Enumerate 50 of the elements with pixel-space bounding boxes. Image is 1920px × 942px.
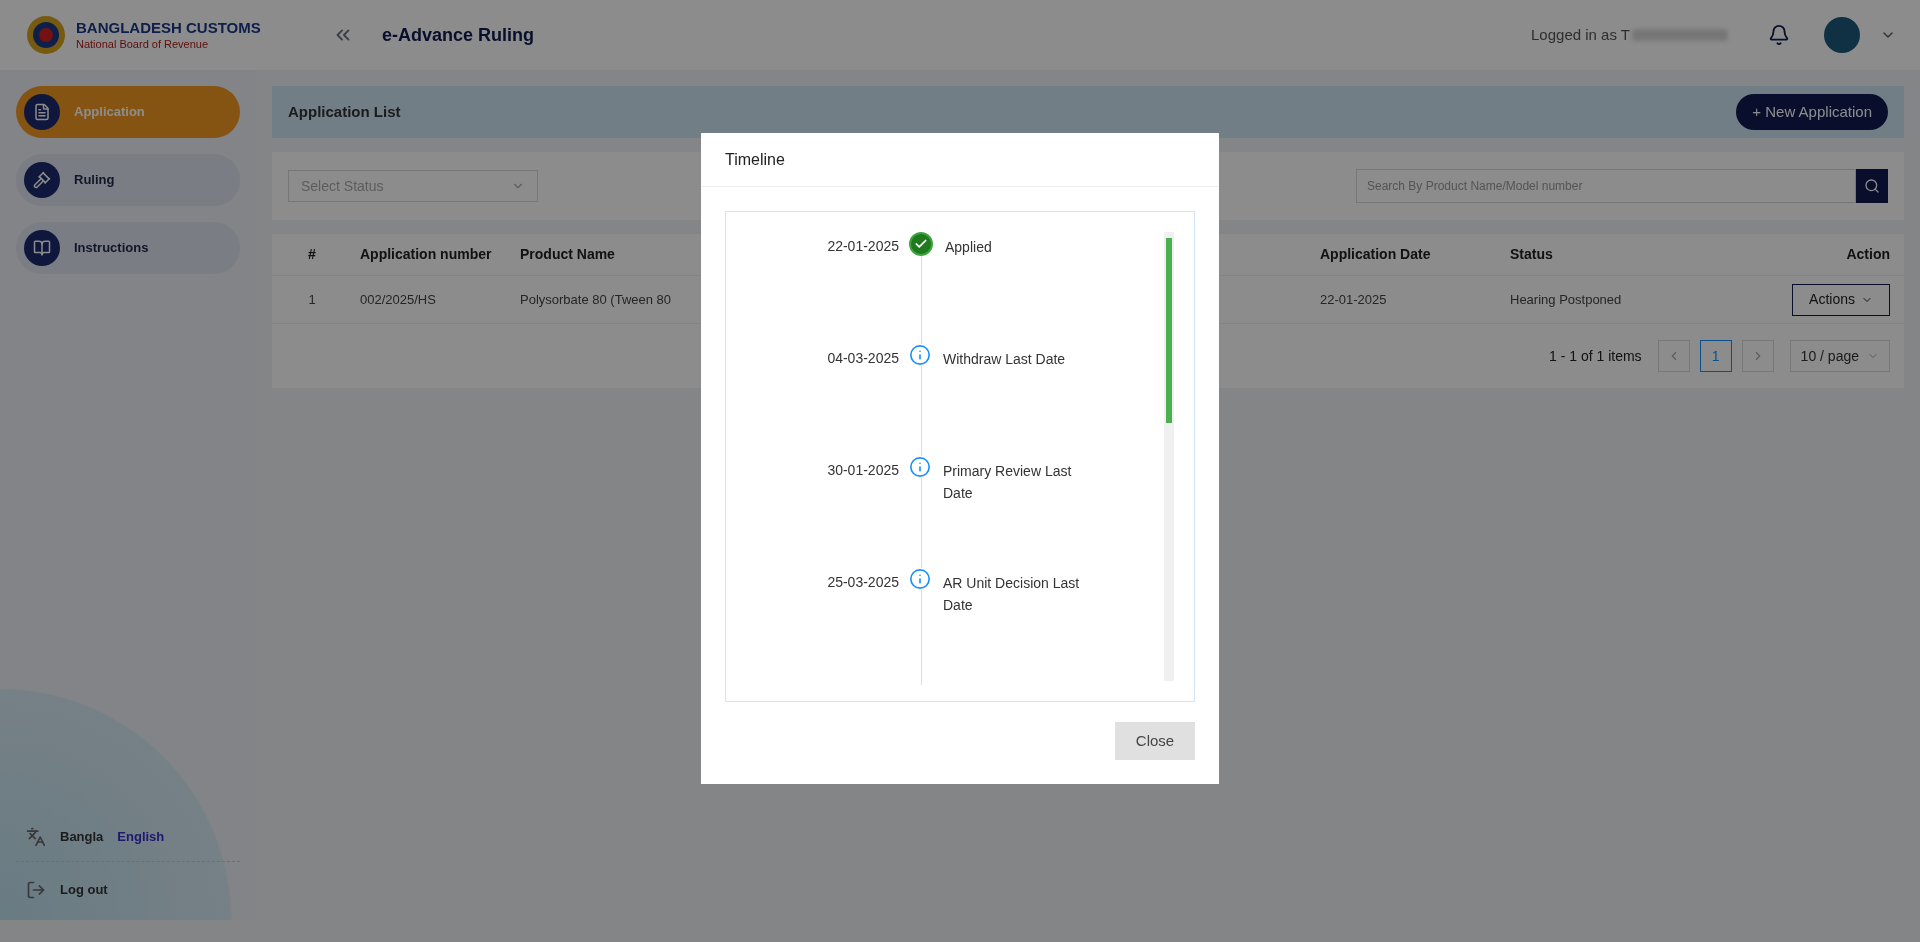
new-application-button[interactable]: + New Application	[1736, 94, 1888, 130]
sidebar-item[interactable]: Instructions	[16, 222, 240, 274]
sidebar-icon-badge	[24, 230, 60, 266]
column-header: Action	[1846, 245, 1890, 264]
column-header: Status	[1510, 245, 1553, 264]
table-cell-text: 002/2025/HS	[359, 290, 437, 309]
page-title: Application List	[288, 101, 401, 122]
actions-dropdown[interactable]: Actions	[1792, 283, 1890, 316]
event-date: 22-01-2025	[826, 237, 900, 256]
brand-title: BANGLADESH CUSTOMS	[76, 18, 261, 38]
sidebar-item[interactable]: Ruling	[16, 154, 240, 206]
event-label: Applied	[944, 238, 993, 257]
table-cell-text: 22-01-2025	[1319, 290, 1388, 309]
bell-icon[interactable]	[1768, 24, 1790, 46]
info-icon	[909, 456, 931, 478]
translate-icon	[26, 827, 46, 847]
search-button[interactable]	[1856, 169, 1888, 203]
search-field[interactable]: Search By Product Name/Model number	[1356, 169, 1856, 203]
logout-link[interactable]: Log out	[16, 862, 240, 900]
language-link[interactable]: English	[117, 827, 165, 847]
pagination-summary: 1 - 1 of 1 items	[1549, 346, 1642, 366]
column-header: #	[308, 245, 316, 264]
page-number[interactable]: 1	[1699, 340, 1732, 372]
column-header: Product Name	[520, 245, 615, 264]
page-size-select[interactable]: 10 / page	[1789, 340, 1890, 372]
sidebar-icon-badge	[24, 94, 60, 130]
app-title: e-Advance Ruling	[382, 23, 535, 47]
column-header: Application Date	[1320, 245, 1431, 264]
logout-icon	[26, 880, 46, 900]
language-link[interactable]: Bangla	[60, 827, 104, 847]
close-button[interactable]: Close	[1115, 722, 1195, 760]
table-cell-text: Hearing Postponed	[1509, 290, 1623, 309]
event-date: 25-03-2025	[826, 573, 900, 592]
avatar[interactable]	[1824, 17, 1860, 53]
search-icon	[1864, 178, 1880, 194]
table-cell-text: 1	[307, 290, 317, 309]
emblem-logo-icon	[24, 13, 68, 57]
dialog-title: Timeline	[725, 149, 785, 170]
table-cell-text: Polysorbate 80 (Tween 80	[519, 290, 673, 309]
column-header: Application number	[360, 245, 492, 264]
event-label: AR Unit Decision Last Date	[942, 574, 1081, 615]
info-icon	[909, 344, 931, 366]
event-label: Primary Review Last Date	[942, 462, 1073, 503]
event-date: 30-01-2025	[826, 461, 900, 480]
info-icon	[909, 568, 931, 590]
logged-in-text: Logged in as T	[1531, 24, 1630, 45]
event-label: Withdraw Last Date	[942, 350, 1067, 369]
brand-subtitle: National Board of Revenue	[76, 37, 210, 52]
sidebar-icon-badge	[24, 162, 60, 198]
event-date: 04-03-2025	[826, 349, 900, 368]
